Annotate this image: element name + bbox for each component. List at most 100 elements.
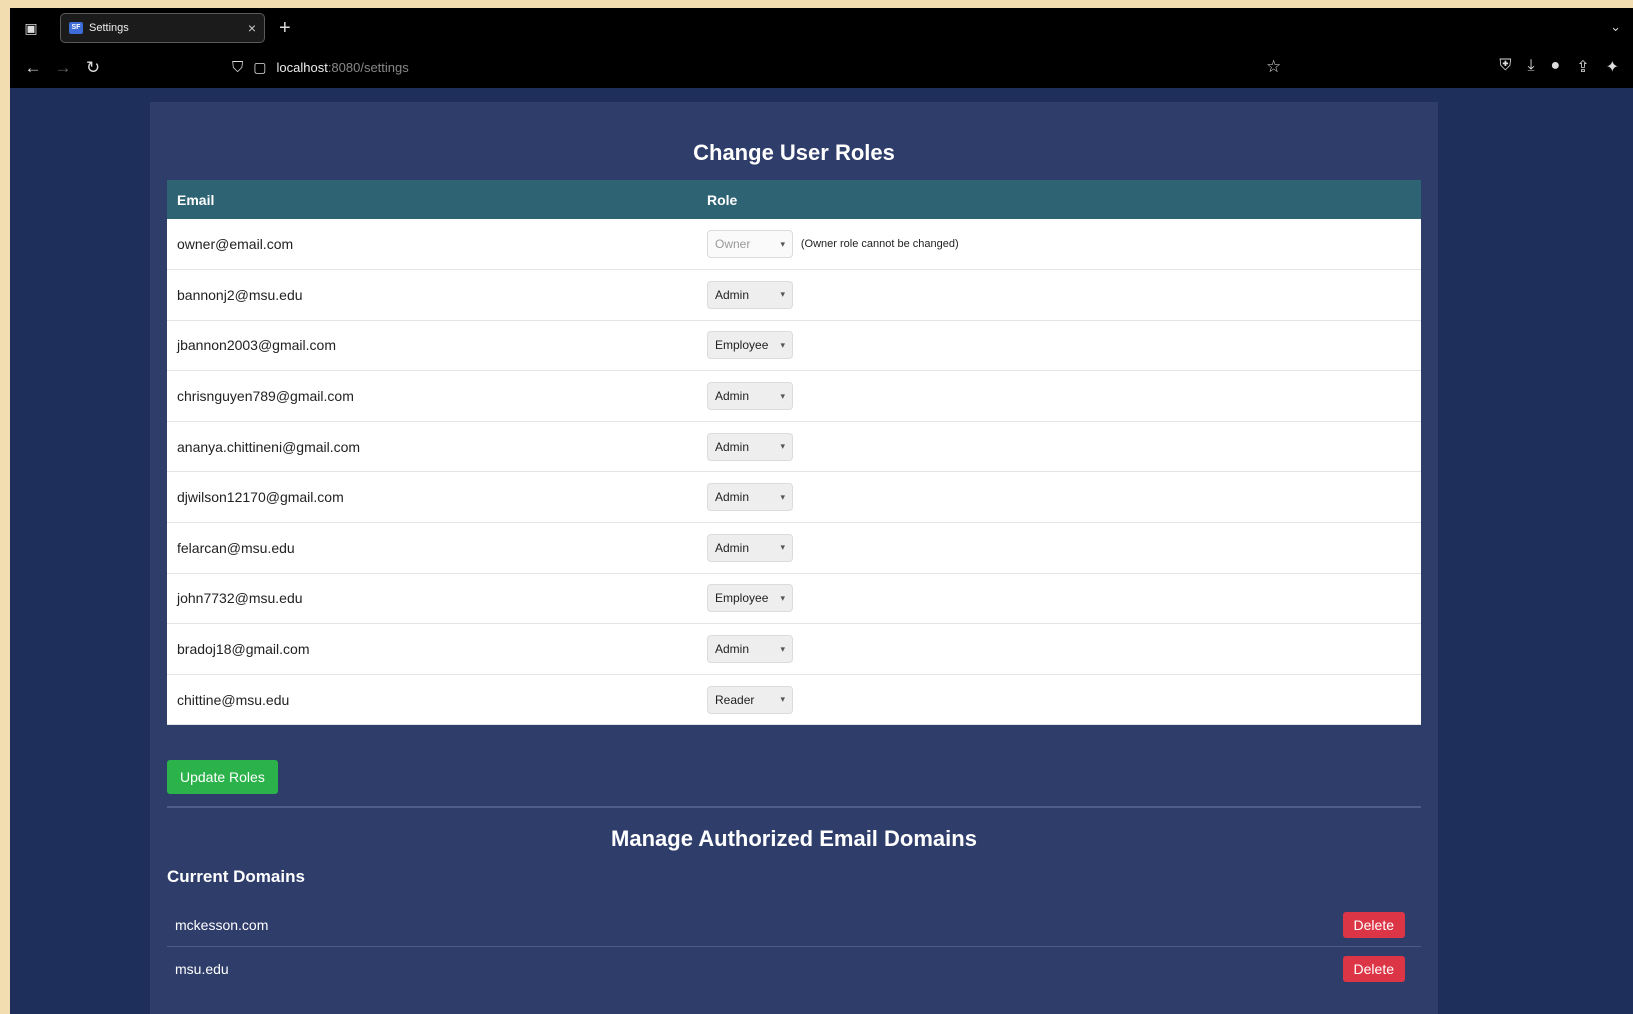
email-cell: chittine@msu.edu: [167, 674, 697, 726]
reload-icon[interactable]: ↻: [78, 58, 108, 78]
tab-title: Settings: [89, 22, 129, 34]
role-cell: Reader ▾: [697, 674, 1421, 726]
chevron-down-icon[interactable]: ⌄: [1610, 19, 1621, 35]
owner-note: (Owner role cannot be changed): [800, 238, 959, 251]
tab-settings[interactable]: SF Settings ×: [60, 13, 265, 43]
role-select[interactable]: Admin ▾: [707, 280, 793, 309]
role-value: Owner: [715, 237, 751, 252]
role-cell: Admin ▾: [697, 269, 1421, 321]
table-row: bannonj2@msu.edu Admin ▾: [167, 269, 1421, 321]
roles-table: Email Role owner@email.com Owner ▾ (Owner…: [167, 180, 1421, 726]
role-value: Employee: [715, 591, 769, 606]
toolbar-icons: ⛨ ⤓ ● ⇪ ✦: [1499, 57, 1619, 77]
table-row: owner@email.com Owner ▾ (Owner role canno…: [167, 219, 1421, 271]
address-bar[interactable]: ⛉ ▢ localhost :8080/settings: [232, 59, 409, 76]
table-row: chittine@msu.edu Reader ▾: [167, 674, 1421, 726]
url-host: localhost: [276, 60, 328, 75]
email-cell: john7732@msu.edu: [167, 573, 697, 625]
bookmark-star-icon[interactable]: ☆: [1266, 57, 1281, 77]
table-header-row: Email Role: [167, 180, 1421, 219]
role-cell: Employee ▾: [697, 573, 1421, 625]
download-icon[interactable]: ⤓: [1527, 57, 1534, 77]
role-column-header: Role: [697, 180, 1421, 219]
tab-list-icon[interactable]: ▣: [20, 17, 42, 39]
domain-row: mckesson.com Delete: [167, 903, 1421, 947]
role-value: Admin: [715, 540, 750, 555]
chevron-down-icon: ▾: [780, 643, 785, 654]
role-value: Admin: [715, 439, 750, 454]
domain-row: msu.edu Delete: [167, 947, 1421, 991]
table-row: john7732@msu.edu Employee ▾: [167, 573, 1421, 625]
chevron-down-icon: ▾: [780, 592, 785, 603]
chevron-down-icon: ▾: [780, 542, 785, 553]
role-select-disabled: Owner ▾: [707, 230, 793, 259]
domains-title: Manage Authorized Email Domains: [611, 826, 977, 851]
role-cell: Admin ▾: [697, 471, 1421, 524]
role-select[interactable]: Admin ▾: [707, 483, 793, 512]
forward-icon[interactable]: →: [48, 58, 78, 78]
extension-icon[interactable]: ✦: [1606, 57, 1619, 77]
role-select[interactable]: Employee ▾: [707, 331, 793, 360]
role-select[interactable]: Employee ▾: [707, 584, 793, 613]
email-cell: felarcan@msu.edu: [167, 522, 697, 574]
role-value: Admin: [715, 389, 750, 404]
shield-icon: ⛉: [232, 59, 244, 76]
chevron-down-icon: ▾: [780, 390, 785, 401]
pocket-icon[interactable]: ⛨: [1499, 57, 1511, 77]
table-row: chrisnguyen789@gmail.com Admin ▾: [167, 370, 1421, 422]
roles-title: Change User Roles: [693, 140, 895, 165]
table-row: jbannon2003@gmail.com Employee ▾: [167, 320, 1421, 372]
role-value: Admin: [715, 287, 750, 302]
section-divider: [167, 806, 1421, 808]
nav-bar: ← → ↻ ⛉ ▢ localhost :8080/settings ☆ ⛨ ⤓…: [10, 48, 1633, 88]
email-cell: bannonj2@msu.edu: [167, 269, 697, 321]
role-value: Admin: [715, 642, 750, 657]
delete-domain-button[interactable]: Delete: [1342, 956, 1405, 982]
table-row: djwilson12170@gmail.com Admin ▾: [167, 471, 1421, 524]
back-icon[interactable]: ←: [18, 58, 48, 78]
chevron-down-icon: ▾: [780, 238, 785, 249]
role-value: Admin: [715, 490, 750, 505]
role-select[interactable]: Admin ▾: [707, 533, 793, 562]
domain-name: msu.edu: [175, 961, 229, 977]
role-select[interactable]: Admin ▾: [707, 432, 793, 461]
chevron-down-icon: ▾: [780, 441, 785, 452]
chevron-down-icon: ▾: [780, 694, 785, 705]
email-cell: ananya.chittineni@gmail.com: [167, 421, 697, 473]
email-cell: jbannon2003@gmail.com: [167, 320, 697, 372]
info-icon[interactable]: ●: [1551, 57, 1561, 77]
email-cell: owner@email.com: [167, 219, 697, 271]
chevron-down-icon: ▾: [780, 289, 785, 300]
table-row: felarcan@msu.edu Admin ▾: [167, 522, 1421, 574]
update-roles-button[interactable]: Update Roles: [167, 760, 278, 794]
table-row: bradoj18@gmail.com Admin ▾: [167, 623, 1421, 675]
favicon-icon: SF: [69, 22, 83, 34]
browser-window: ▣ SF Settings × + ⌄ ← → ↻ ⛉ ▢ localhost …: [10, 8, 1633, 1014]
chevron-down-icon: ▾: [780, 339, 785, 350]
role-cell: Admin ▾: [697, 623, 1421, 675]
role-cell: Admin ▾: [697, 522, 1421, 574]
new-tab-icon[interactable]: +: [279, 17, 291, 40]
current-domains-heading: Current Domains: [167, 867, 305, 886]
role-cell: Admin ▾: [697, 370, 1421, 422]
page-icon: ▢: [253, 59, 267, 75]
email-cell: bradoj18@gmail.com: [167, 623, 697, 675]
email-column-header: Email: [167, 180, 697, 219]
settings-card: Change User Roles Email Role owner@email…: [150, 102, 1438, 1014]
page-body: Change User Roles Email Role owner@email…: [10, 88, 1633, 1014]
role-cell: Employee ▾: [697, 320, 1421, 372]
table-row: ananya.chittineni@gmail.com Admin ▾: [167, 421, 1421, 473]
email-cell: djwilson12170@gmail.com: [167, 471, 697, 524]
delete-domain-button[interactable]: Delete: [1342, 911, 1405, 938]
role-cell: Owner ▾ (Owner role cannot be changed): [697, 219, 1421, 271]
domain-name: mckesson.com: [175, 916, 269, 933]
role-select[interactable]: Admin ▾: [707, 382, 793, 411]
role-select[interactable]: Reader ▾: [707, 685, 793, 714]
close-tab-icon[interactable]: ×: [248, 20, 256, 36]
role-value: Reader: [715, 692, 755, 707]
role-cell: Admin ▾: [697, 421, 1421, 473]
share-icon[interactable]: ⇪: [1576, 57, 1589, 77]
role-select[interactable]: Admin ▾: [707, 635, 793, 664]
url-path: :8080/settings: [327, 60, 409, 75]
role-value: Employee: [715, 338, 769, 353]
